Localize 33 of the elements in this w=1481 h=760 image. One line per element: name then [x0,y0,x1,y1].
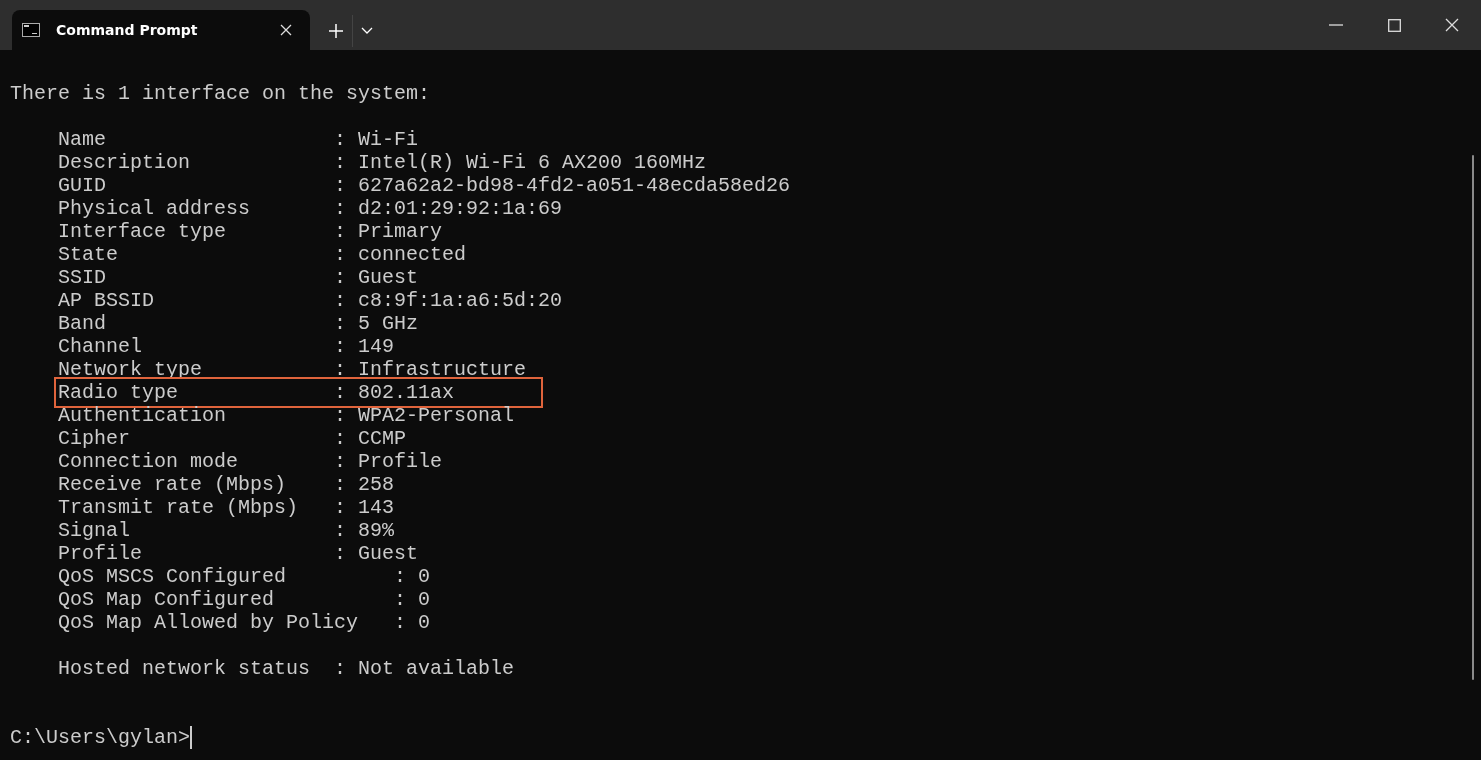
terminal-icon [22,23,40,37]
terminal-line: Interface type : Primary [58,220,443,243]
terminal-line: Channel : 149 [58,335,395,358]
terminal-line: Connection mode : Profile [58,450,443,473]
maximize-icon [1387,18,1401,32]
terminal-line: Hosted network status : Not available [58,657,515,680]
terminal-line: QoS Map Allowed by Policy : 0 [58,611,431,634]
terminal-line: Transmit rate (Mbps) : 143 [58,496,395,519]
terminal-line: Profile : Guest [58,542,419,565]
terminal-line: QoS MSCS Configured : 0 [58,565,431,588]
plus-icon [329,24,343,38]
terminal-line: Description : Intel(R) Wi-Fi 6 AX200 160MHz [58,151,707,174]
terminal-line: QoS Map Configured : 0 [58,588,431,611]
close-icon [280,24,292,36]
terminal-tab[interactable]: Command Prompt [12,10,310,50]
terminal-line: There is 1 interface on the system: [10,82,431,105]
terminal-line: Receive rate (Mbps) : 258 [58,473,395,496]
terminal-line: Cipher : CCMP [58,427,407,450]
terminal-line: Physical address : d2:01:29:92:1a:69 [58,197,563,220]
terminal-line: GUID : 627a62a2-bd98-4fd2-a051-48ecda58ed26 [58,174,791,197]
terminal-line: State : connected [58,243,467,266]
terminal-line: Signal : 89% [58,519,395,542]
terminal-line: Name : Wi-Fi [58,128,419,151]
close-icon [1445,18,1459,32]
scrollbar[interactable] [1472,155,1474,680]
command-prompt: C:\Users\gylan> [10,726,191,749]
terminal-line: AP BSSID : c8:9f:1a:a6:5d:20 [58,289,563,312]
terminal-line: SSID : Guest [58,266,419,289]
chevron-down-icon [360,27,373,35]
terminal-line: Band : 5 GHz [58,312,419,335]
text-cursor [190,726,193,749]
minimize-icon [1329,24,1343,26]
tab-title: Command Prompt [56,20,199,40]
